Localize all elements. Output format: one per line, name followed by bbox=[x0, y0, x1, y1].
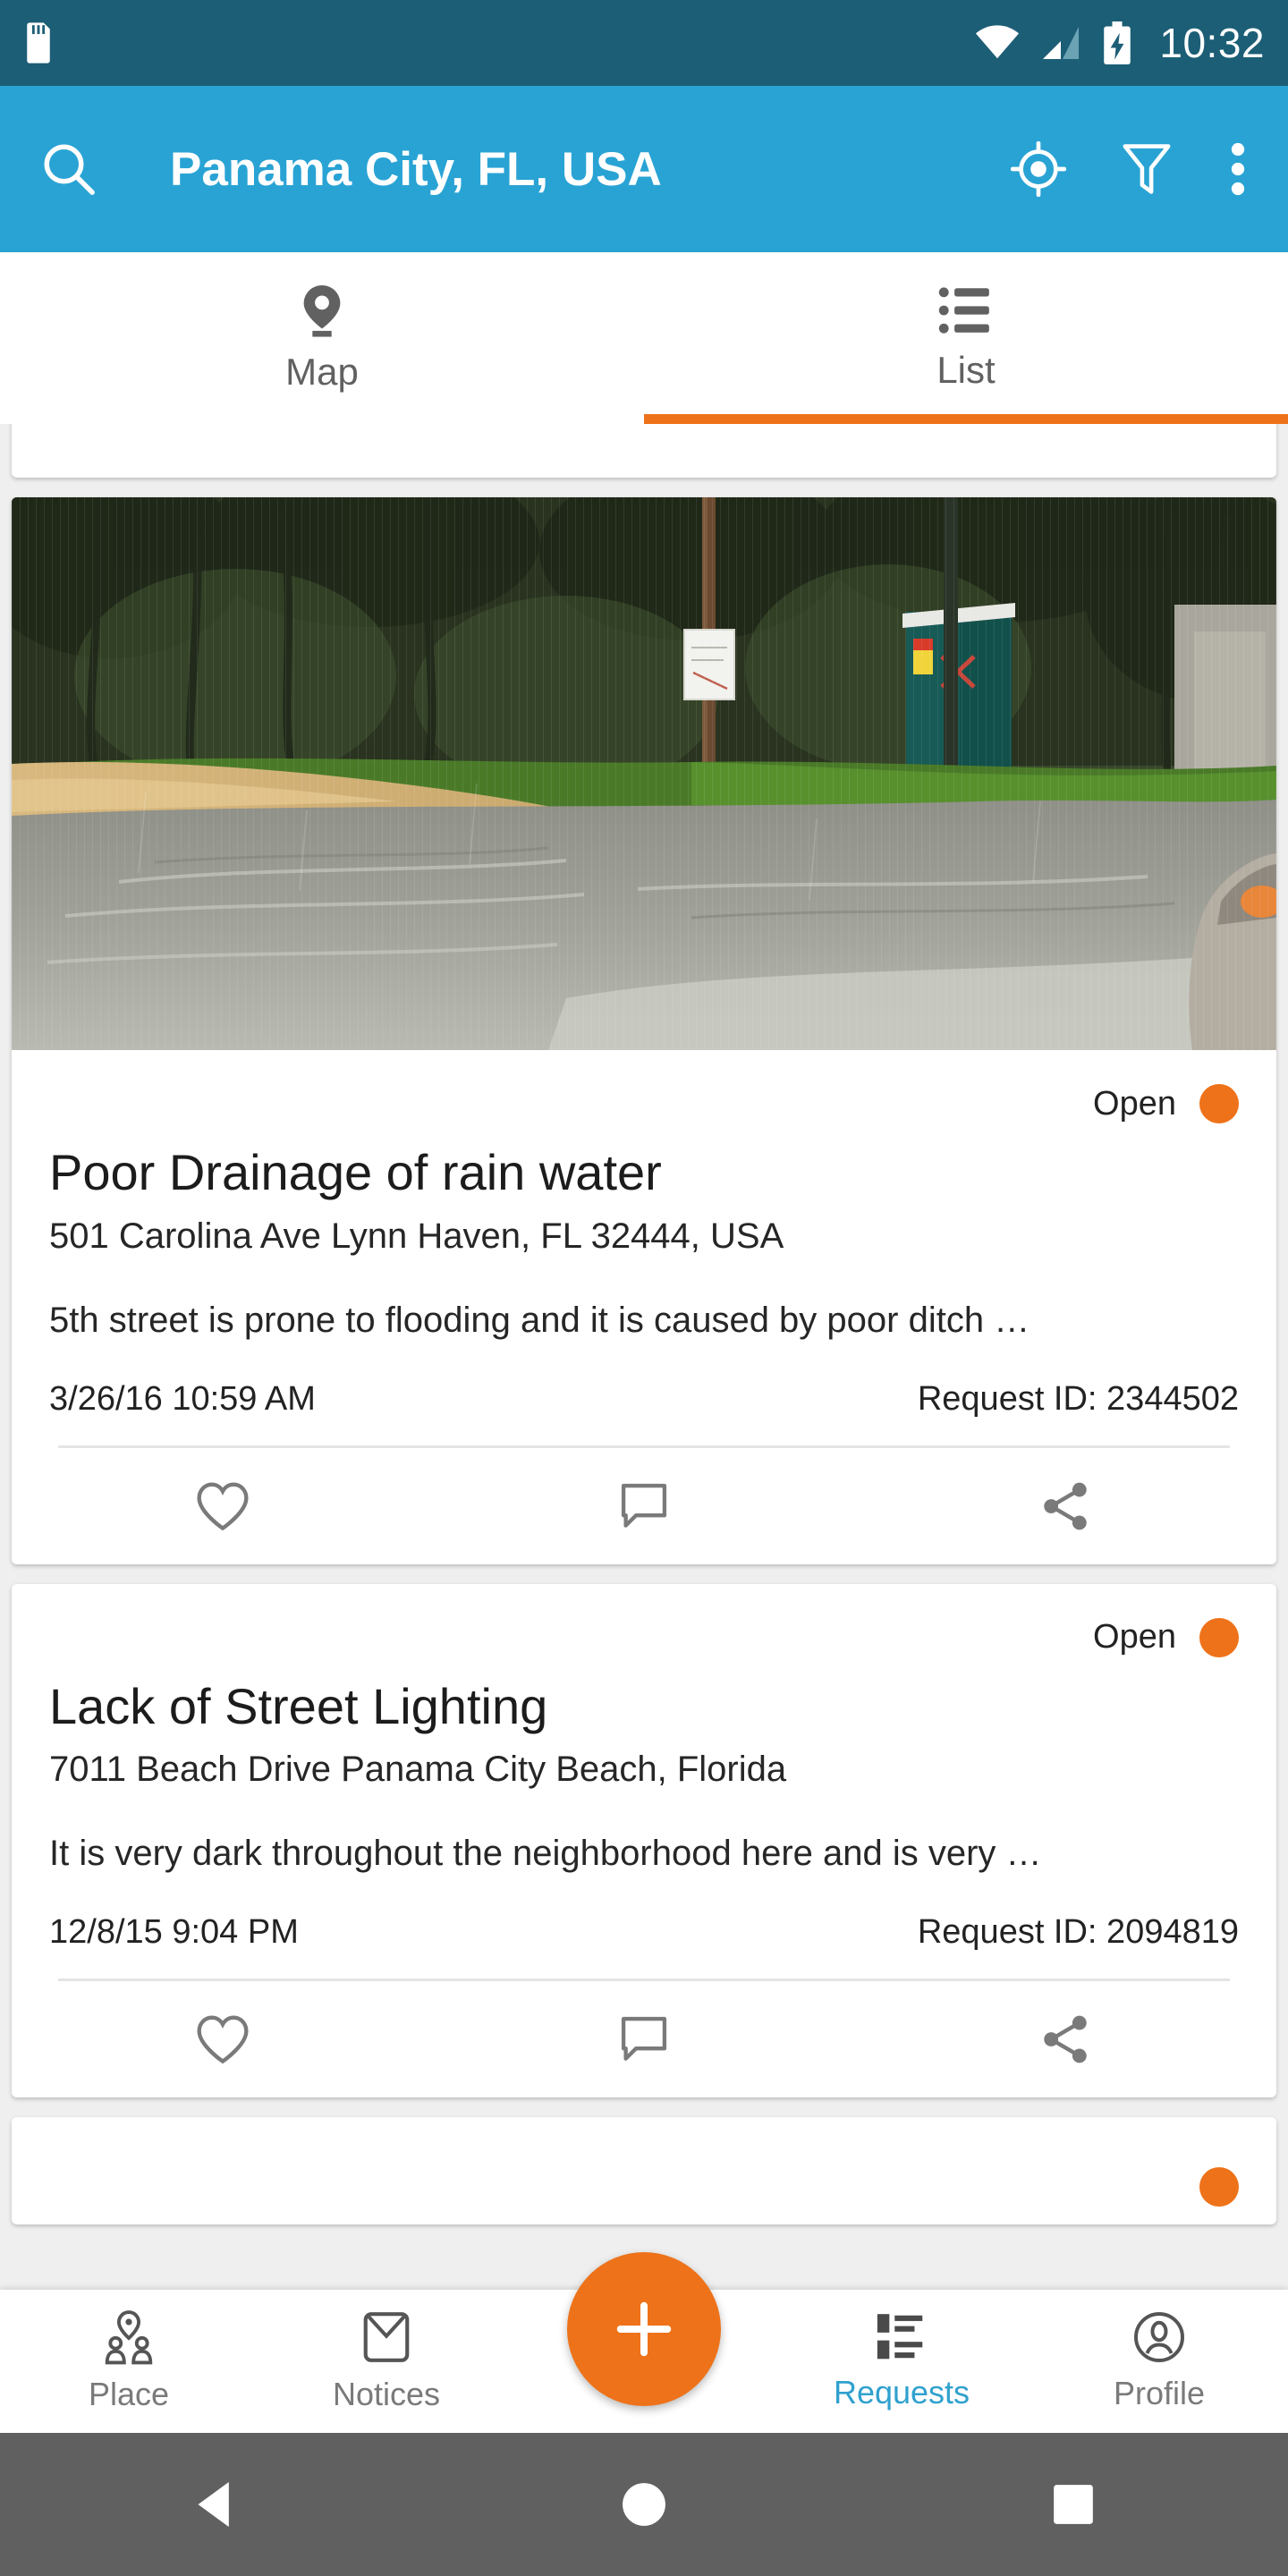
status-label: Open bbox=[1093, 1084, 1176, 1123]
request-address: 501 Carolina Ave Lynn Haven, FL 32444, U… bbox=[49, 1216, 784, 1256]
request-timestamp: 3/26/16 10:59 AM bbox=[49, 1379, 316, 1418]
map-pin-icon bbox=[303, 285, 341, 337]
status-bar-right-icons: 10:32 bbox=[975, 19, 1265, 67]
request-description: It is very dark throughout the neighborh… bbox=[49, 1834, 1042, 1874]
tab-list[interactable]: List bbox=[644, 252, 1288, 424]
status-dot bbox=[1199, 1084, 1239, 1123]
request-address: 7011 Beach Drive Panama City Beach, Flor… bbox=[49, 1750, 787, 1790]
status-bar: 10:32 bbox=[0, 0, 1288, 86]
nav-item-place[interactable]: Place bbox=[0, 2309, 258, 2413]
wifi-icon bbox=[976, 25, 1020, 59]
request-meta: 3/26/16 10:59 AM Request ID: 2344502 bbox=[49, 1380, 1239, 1419]
tab-map-label: Map bbox=[285, 351, 359, 393]
back-triangle-icon[interactable] bbox=[0, 2479, 429, 2530]
home-circle-icon[interactable] bbox=[429, 2479, 859, 2529]
tab-list-label: List bbox=[936, 349, 996, 391]
status-badge: Open bbox=[49, 1050, 1239, 1129]
status-badge bbox=[49, 2117, 1239, 2212]
overflow-menu-icon[interactable] bbox=[1227, 140, 1249, 199]
bottom-navigation: Place Notices Requests Profile bbox=[0, 2252, 1288, 2433]
comment-icon[interactable] bbox=[433, 2014, 854, 2064]
card-body: Open Lack of Street Lighting 7011 Beach … bbox=[12, 1584, 1276, 1953]
view-tabs: Map List bbox=[0, 252, 1288, 424]
search-icon[interactable] bbox=[39, 140, 98, 199]
status-badge: Open bbox=[49, 1584, 1239, 1663]
my-location-icon[interactable] bbox=[1011, 141, 1066, 197]
nav-label-notices: Notices bbox=[332, 2376, 441, 2412]
request-id: Request ID: 2344502 bbox=[917, 1379, 1239, 1418]
card-action-row bbox=[12, 1448, 1276, 1564]
tab-map[interactable]: Map bbox=[0, 252, 644, 424]
plus-icon bbox=[616, 2301, 672, 2357]
envelope-icon bbox=[363, 2312, 410, 2362]
request-title: Poor Drainage of rain water bbox=[49, 1145, 662, 1200]
android-navigation-bar bbox=[0, 2433, 1288, 2576]
request-list-scroll[interactable]: Open Poor Drainage of rain water 501 Car… bbox=[0, 424, 1288, 2234]
phone-screen: 10:32 Panama City, FL, USA Map List Open… bbox=[0, 0, 1288, 2576]
status-bar-clock: 10:32 bbox=[1159, 20, 1265, 66]
status-bar-left-icons bbox=[23, 22, 54, 64]
filter-icon[interactable] bbox=[1122, 141, 1172, 197]
place-people-icon bbox=[105, 2310, 153, 2365]
app-bar: Panama City, FL, USA bbox=[0, 86, 1288, 252]
nav-item-notices[interactable]: Notices bbox=[258, 2309, 515, 2413]
share-icon[interactable] bbox=[855, 1480, 1276, 1532]
heart-icon[interactable] bbox=[12, 2013, 433, 2065]
nav-label-requests: Requests bbox=[833, 2374, 970, 2411]
card-action-row bbox=[12, 424, 1276, 436]
request-photo[interactable] bbox=[12, 497, 1276, 1050]
status-dot bbox=[1199, 1617, 1239, 1657]
list-item[interactable]: Open Lack of Street Lighting 7011 Beach … bbox=[12, 1583, 1276, 2098]
list-item-next-partial[interactable] bbox=[12, 2117, 1276, 2225]
share-icon[interactable] bbox=[855, 2013, 1276, 2065]
app-bar-title: Panama City, FL, USA bbox=[170, 142, 662, 196]
card-body: Open Poor Drainage of rain water 501 Car… bbox=[12, 1050, 1276, 1419]
profile-person-icon bbox=[1134, 2312, 1184, 2362]
cellular-signal-icon bbox=[1043, 27, 1080, 59]
status-label: Open bbox=[1093, 1618, 1176, 1657]
flood-photo-illustration bbox=[12, 497, 1276, 1050]
add-request-fab[interactable] bbox=[567, 2252, 721, 2406]
request-id: Request ID: 2094819 bbox=[917, 1913, 1239, 1952]
nav-item-profile[interactable]: Profile bbox=[1030, 2310, 1288, 2412]
comment-icon[interactable] bbox=[433, 1481, 854, 1531]
card-body bbox=[12, 2117, 1276, 2212]
list-item[interactable]: Open Poor Drainage of rain water 501 Car… bbox=[12, 497, 1276, 1564]
request-title: Lack of Street Lighting bbox=[49, 1678, 548, 1734]
sd-card-icon bbox=[27, 22, 50, 64]
status-dot bbox=[1199, 2167, 1239, 2207]
battery-charging-icon bbox=[1104, 21, 1131, 64]
recents-square-icon[interactable] bbox=[859, 2481, 1288, 2528]
request-description: 5th street is prone to flooding and it i… bbox=[49, 1300, 1030, 1340]
nav-item-requests[interactable]: Requests bbox=[773, 2311, 1030, 2411]
card-action-row bbox=[12, 1981, 1276, 2097]
request-meta: 12/8/15 9:04 PM Request ID: 2094819 bbox=[49, 1913, 1239, 1952]
nav-label-place: Place bbox=[88, 2376, 170, 2412]
app-bar-actions bbox=[1011, 140, 1249, 199]
heart-icon[interactable] bbox=[12, 1480, 433, 1532]
tab-active-indicator bbox=[644, 414, 1288, 424]
request-timestamp: 12/8/15 9:04 PM bbox=[49, 1913, 299, 1952]
requests-list-icon bbox=[877, 2314, 923, 2360]
nav-label-profile: Profile bbox=[1113, 2375, 1206, 2411]
list-item-previous-partial[interactable] bbox=[12, 424, 1276, 478]
list-icon bbox=[938, 287, 989, 334]
